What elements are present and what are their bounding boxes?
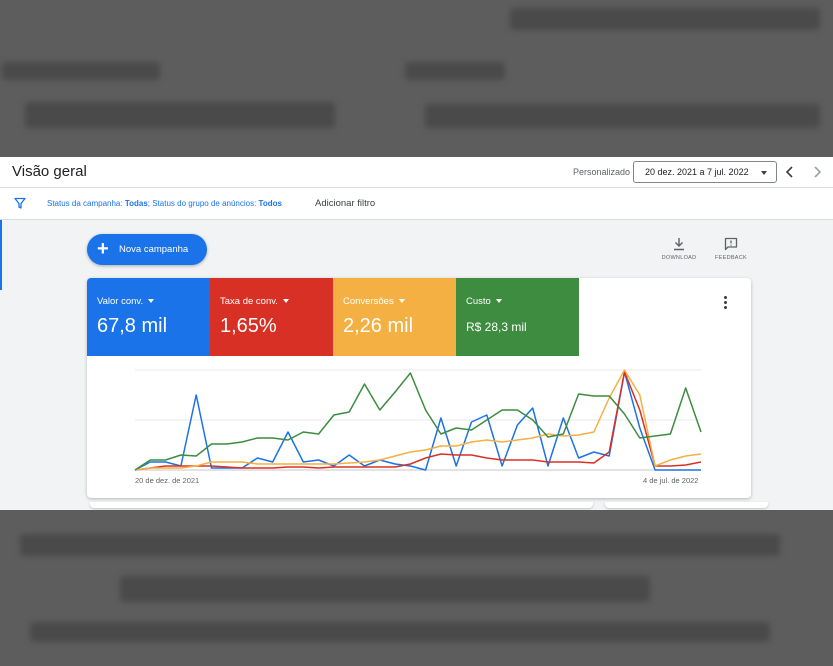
- download-label: DOWNLOAD: [661, 255, 697, 261]
- kebab-dot-icon: [724, 296, 727, 299]
- feedback-button[interactable]: FEEDBACK: [711, 237, 751, 261]
- metric-name: Conversões: [343, 296, 405, 307]
- metric-tile-cost[interactable]: Custo R$ 28,3 mil: [456, 278, 579, 356]
- metric-label: Taxa de conv.: [220, 296, 278, 307]
- feedback-label: FEEDBACK: [714, 255, 748, 261]
- performance-card: Valor conv. 67,8 mil Taxa de conv. 1,65%…: [87, 278, 751, 498]
- background-blur: [2, 62, 160, 80]
- feedback-icon: [724, 237, 738, 251]
- overview-panel: Visão geral Personalizado 20 dez. 2021 a…: [0, 157, 833, 510]
- campaign-status-value: Todas: [124, 199, 148, 208]
- background-top: [0, 0, 833, 157]
- next-period-button[interactable]: [808, 163, 826, 181]
- date-range-label: Personalizado: [573, 167, 631, 177]
- background-blur: [405, 62, 505, 80]
- previous-period-button[interactable]: [781, 163, 799, 181]
- new-campaign-button[interactable]: + Nova campanha: [87, 234, 207, 265]
- active-filters[interactable]: Status da campanha: Todas; Status do gru…: [47, 199, 282, 208]
- metric-label: Custo: [466, 296, 491, 307]
- plus-icon: +: [97, 238, 109, 260]
- metric-value: R$ 28,3 mil: [466, 320, 527, 334]
- caret-down-icon: [398, 299, 405, 304]
- background-bottom: [0, 510, 833, 666]
- filter-icon[interactable]: [14, 197, 26, 209]
- metric-label: Conversões: [343, 296, 394, 307]
- metric-value: 67,8 mil: [97, 315, 168, 337]
- date-range-selector[interactable]: 20 dez. 2021 a 7 jul. 2022: [633, 161, 777, 183]
- background-blur: [120, 576, 650, 602]
- secondary-card-edge: [90, 502, 593, 508]
- adgroup-status-label: ; Status do grupo de anúncios:: [147, 199, 259, 208]
- background-blur: [425, 104, 820, 128]
- background-blur: [30, 622, 770, 642]
- caret-down-icon: [282, 299, 289, 304]
- secondary-card-edge: [605, 502, 768, 508]
- metric-name: Taxa de conv.: [220, 296, 289, 307]
- add-filter-button[interactable]: Adicionar filtro: [315, 198, 375, 209]
- caret-down-icon: [148, 299, 155, 304]
- background-blur: [25, 102, 335, 128]
- download-icon: [674, 238, 684, 251]
- background-blur: [20, 534, 780, 556]
- metric-value: 1,65%: [220, 315, 277, 337]
- new-campaign-label: Nova campanha: [119, 244, 189, 255]
- kebab-dot-icon: [724, 301, 727, 304]
- x-axis-end-label: 4 de jul. de 2022: [643, 476, 699, 485]
- campaign-status-label: Status da campanha:: [47, 199, 125, 208]
- performance-line-chart: [134, 369, 702, 471]
- caret-down-icon: [761, 171, 767, 175]
- adgroup-status-value: Todos: [258, 199, 282, 208]
- overview-header: Visão geral Personalizado 20 dez. 2021 a…: [0, 157, 833, 188]
- chevron-left-icon: [785, 166, 793, 178]
- metric-label: Valor conv.: [97, 296, 144, 307]
- x-axis-start-label: 20 de dez. de 2021: [135, 476, 200, 485]
- more-options-button[interactable]: [724, 296, 730, 311]
- metric-value: 2,26 mil: [343, 315, 414, 337]
- metric-name: Custo: [466, 296, 502, 307]
- caret-down-icon: [495, 299, 502, 304]
- filter-bar: Status da campanha: Todas; Status do gru…: [0, 188, 833, 220]
- metric-tile-conv-rate[interactable]: Taxa de conv. 1,65%: [210, 278, 333, 356]
- metric-name: Valor conv.: [97, 296, 155, 307]
- download-button[interactable]: DOWNLOAD: [659, 237, 699, 261]
- metric-tile-conv-value[interactable]: Valor conv. 67,8 mil: [87, 278, 210, 356]
- kebab-dot-icon: [724, 306, 727, 309]
- metric-tile-conversions[interactable]: Conversões 2,26 mil: [333, 278, 456, 356]
- date-range-value: 20 dez. 2021 a 7 jul. 2022: [645, 167, 749, 177]
- chevron-right-icon: [814, 166, 822, 178]
- side-accent: [0, 220, 2, 290]
- background-blur: [510, 8, 820, 30]
- page-title: Visão geral: [12, 163, 87, 180]
